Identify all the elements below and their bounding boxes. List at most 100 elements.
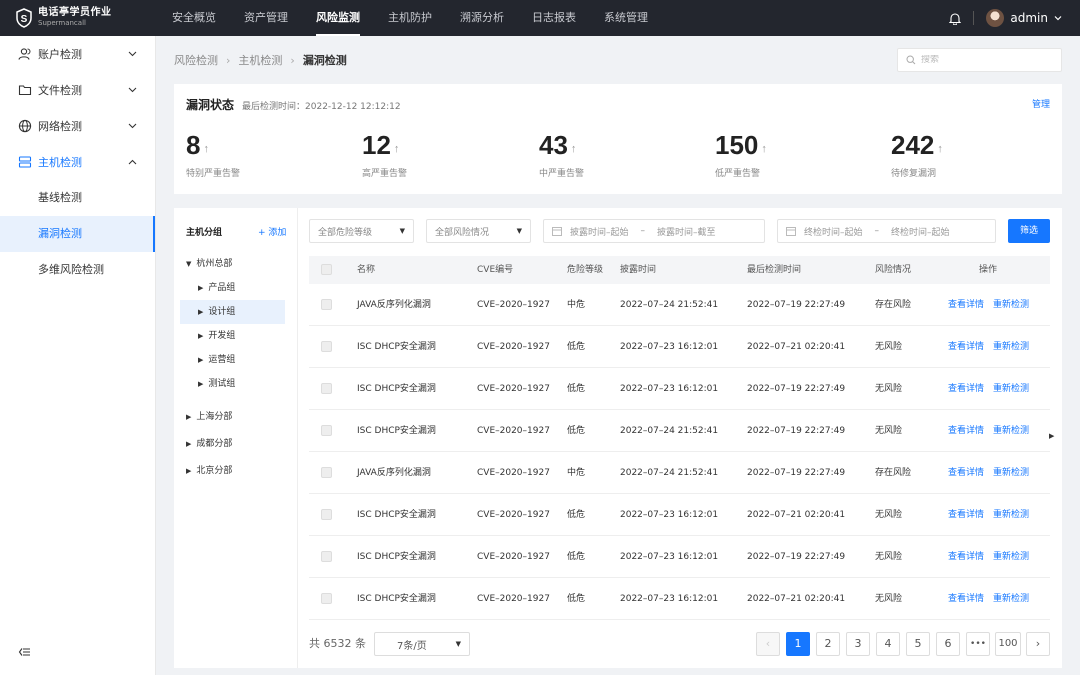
view-details-link[interactable]: 查看详情 — [948, 410, 984, 452]
sidebar-item-network[interactable]: 网络检测 — [0, 108, 155, 144]
nav-item-log-reports[interactable]: 日志报表 — [518, 0, 590, 36]
row-checkbox[interactable] — [321, 341, 332, 352]
sidebar-item-file[interactable]: 文件检测 — [0, 72, 155, 108]
recheck-link[interactable]: 重新检测 — [993, 410, 1029, 452]
sidebar-subitem-vulnerability[interactable]: 漏洞检测 — [0, 216, 155, 252]
recheck-link[interactable]: 重新检测 — [993, 368, 1029, 410]
view-details-link[interactable]: 查看详情 — [948, 578, 984, 620]
app-name: 电话亭学员作业 — [38, 7, 112, 18]
tree-node-product[interactable]: ▶ 产品组 — [198, 276, 286, 300]
recheck-link[interactable]: 重新检测 — [993, 326, 1029, 368]
date-start-input[interactable]: 披露时间–起始 — [570, 225, 629, 238]
caret-right-icon: ▶ — [198, 308, 204, 316]
disclosure-date-range[interactable]: 披露时间–起始 – 披露时间–截至 — [543, 219, 765, 243]
cell-cve: CVE–2020–1927 — [477, 468, 550, 478]
danger-level-select[interactable]: 全部危险等级 ▼ — [309, 219, 414, 243]
page-button[interactable]: 4 — [876, 632, 900, 656]
manage-link[interactable]: 管理 — [1032, 97, 1050, 110]
select-all-checkbox[interactable] — [321, 264, 332, 275]
vulnerability-panel: 主机分组 + 添加 ▼ 杭州总部 ▶ 产品组 ▶ 设计组 ▶ 开发组 ▶ 运营组 ▶ 测试组… — [174, 208, 1062, 668]
date-end-input[interactable]: 终检时间–起始 — [891, 225, 950, 238]
tree-node-chengdu[interactable]: ▶ 成都分部 — [186, 432, 286, 456]
search-input[interactable] — [921, 55, 1051, 65]
nav-item-assets[interactable]: 资产管理 — [230, 0, 302, 36]
page-button[interactable]: 6 — [936, 632, 960, 656]
row-checkbox[interactable] — [321, 425, 332, 436]
bell-icon[interactable] — [949, 12, 962, 25]
tree-node-shanghai[interactable]: ▶ 上海分部 — [186, 405, 286, 429]
nav-item-system-admin[interactable]: 系统管理 — [590, 0, 662, 36]
view-details-link[interactable]: 查看详情 — [948, 368, 984, 410]
collapse-sidebar-icon[interactable] — [18, 647, 31, 657]
page-size-select[interactable]: 7条/页 ▼ — [374, 632, 470, 656]
recheck-link[interactable]: 重新检测 — [993, 536, 1029, 578]
nav-item-host-protection[interactable]: 主机防护 — [374, 0, 446, 36]
cell-name: ISC DHCP安全漏洞 — [357, 510, 436, 520]
page-button[interactable]: 2 — [816, 632, 840, 656]
row-checkbox[interactable] — [321, 383, 332, 394]
cell-level: 低危 — [567, 510, 586, 520]
tree-node-hangzhou[interactable]: ▼ 杭州总部 — [186, 252, 286, 276]
tree-node-beijing[interactable]: ▶ 北京分部 — [186, 459, 286, 483]
risk-status-select[interactable]: 全部风险情况 ▼ — [426, 219, 531, 243]
view-details-link[interactable]: 查看详情 — [948, 284, 984, 326]
prev-page-button[interactable]: ‹ — [756, 632, 780, 656]
sidebar-subitem-baseline[interactable]: 基线检测 — [0, 180, 155, 216]
view-details-link[interactable]: 查看详情 — [948, 452, 984, 494]
sidebar-subitem-multi-risk[interactable]: 多维风险检测 — [0, 252, 155, 288]
row-checkbox[interactable] — [321, 593, 332, 604]
cell-cve: CVE–2020–1927 — [477, 510, 550, 520]
view-details-link[interactable]: 查看详情 — [948, 326, 984, 368]
view-details-link[interactable]: 查看详情 — [948, 494, 984, 536]
next-page-button[interactable]: › — [1026, 632, 1050, 656]
tree-node-design[interactable]: ▶ 设计组 — [180, 300, 285, 324]
nav-item-overview[interactable]: 安全概览 — [158, 0, 230, 36]
filter-button[interactable]: 筛选 — [1008, 219, 1050, 243]
row-checkbox[interactable] — [321, 509, 332, 520]
view-details-link[interactable]: 查看详情 — [948, 536, 984, 578]
cell-name: JAVA反序列化漏洞 — [357, 300, 431, 310]
stat-value: 12 — [362, 130, 391, 160]
stat-value: 43 — [539, 130, 568, 160]
last-check-time: 最后检测时间：2022-12-12 12:12:12 — [242, 102, 401, 112]
nav-item-trace-analysis[interactable]: 溯源分析 — [446, 0, 518, 36]
range-separator: – — [640, 226, 646, 236]
tree-node-test[interactable]: ▶ 测试组 — [198, 372, 286, 396]
row-checkbox[interactable] — [321, 299, 332, 310]
page-ellipsis-button[interactable]: ••• — [966, 632, 990, 656]
select-value: 全部危险等级 — [318, 227, 373, 238]
recheck-link[interactable]: 重新检测 — [993, 578, 1029, 620]
user-name[interactable]: admin — [1010, 11, 1048, 25]
page-button[interactable]: 3 — [846, 632, 870, 656]
avatar[interactable] — [986, 9, 1005, 27]
recheck-link[interactable]: 重新检测 — [993, 494, 1029, 536]
row-checkbox[interactable] — [321, 467, 332, 478]
tree-node-ops[interactable]: ▶ 运营组 — [198, 348, 286, 372]
breadcrumb-item[interactable]: 主机检测 — [238, 52, 282, 68]
date-end-input[interactable]: 披露时间–截至 — [657, 225, 716, 238]
breadcrumb-item[interactable]: 风险检测 — [174, 52, 218, 68]
table-row: ISC DHCP安全漏洞 CVE–2020–1927 低危 2022–07–23 16… — [309, 536, 1050, 578]
cell-cve: CVE–2020–1927 — [477, 426, 550, 436]
tree-node-dev[interactable]: ▶ 开发组 — [198, 324, 286, 348]
date-start-input[interactable]: 终检时间–起始 — [804, 225, 863, 238]
recheck-link[interactable]: 重新检测 — [993, 284, 1029, 326]
sidebar-item-account[interactable]: 账户检测 — [0, 36, 155, 72]
stat-label: 中严重告警 — [539, 169, 585, 179]
scroll-right-icon[interactable]: ▶ — [1049, 432, 1054, 440]
app-logo[interactable]: S 电话亭学员作业 Supermancall — [0, 7, 156, 29]
page-button[interactable]: 5 — [906, 632, 930, 656]
add-group-button[interactable]: + 添加 — [258, 225, 286, 238]
row-checkbox[interactable] — [321, 551, 332, 562]
chevron-down-icon[interactable] — [1054, 15, 1062, 21]
tree-title: 主机分组 — [186, 228, 223, 238]
total-count: 共 6532 条 — [309, 637, 366, 650]
page-button[interactable]: 1 — [786, 632, 810, 656]
page-button[interactable]: 100 — [995, 632, 1021, 656]
nav-item-risk-monitor[interactable]: 风险监测 — [302, 0, 374, 36]
final-check-date-range[interactable]: 终检时间–起始 – 终检时间–起始 — [777, 219, 996, 243]
sidebar-item-host[interactable]: 主机检测 — [0, 144, 155, 180]
recheck-link[interactable]: 重新检测 — [993, 452, 1029, 494]
svg-text:S: S — [21, 14, 28, 25]
search-box[interactable] — [897, 48, 1062, 72]
